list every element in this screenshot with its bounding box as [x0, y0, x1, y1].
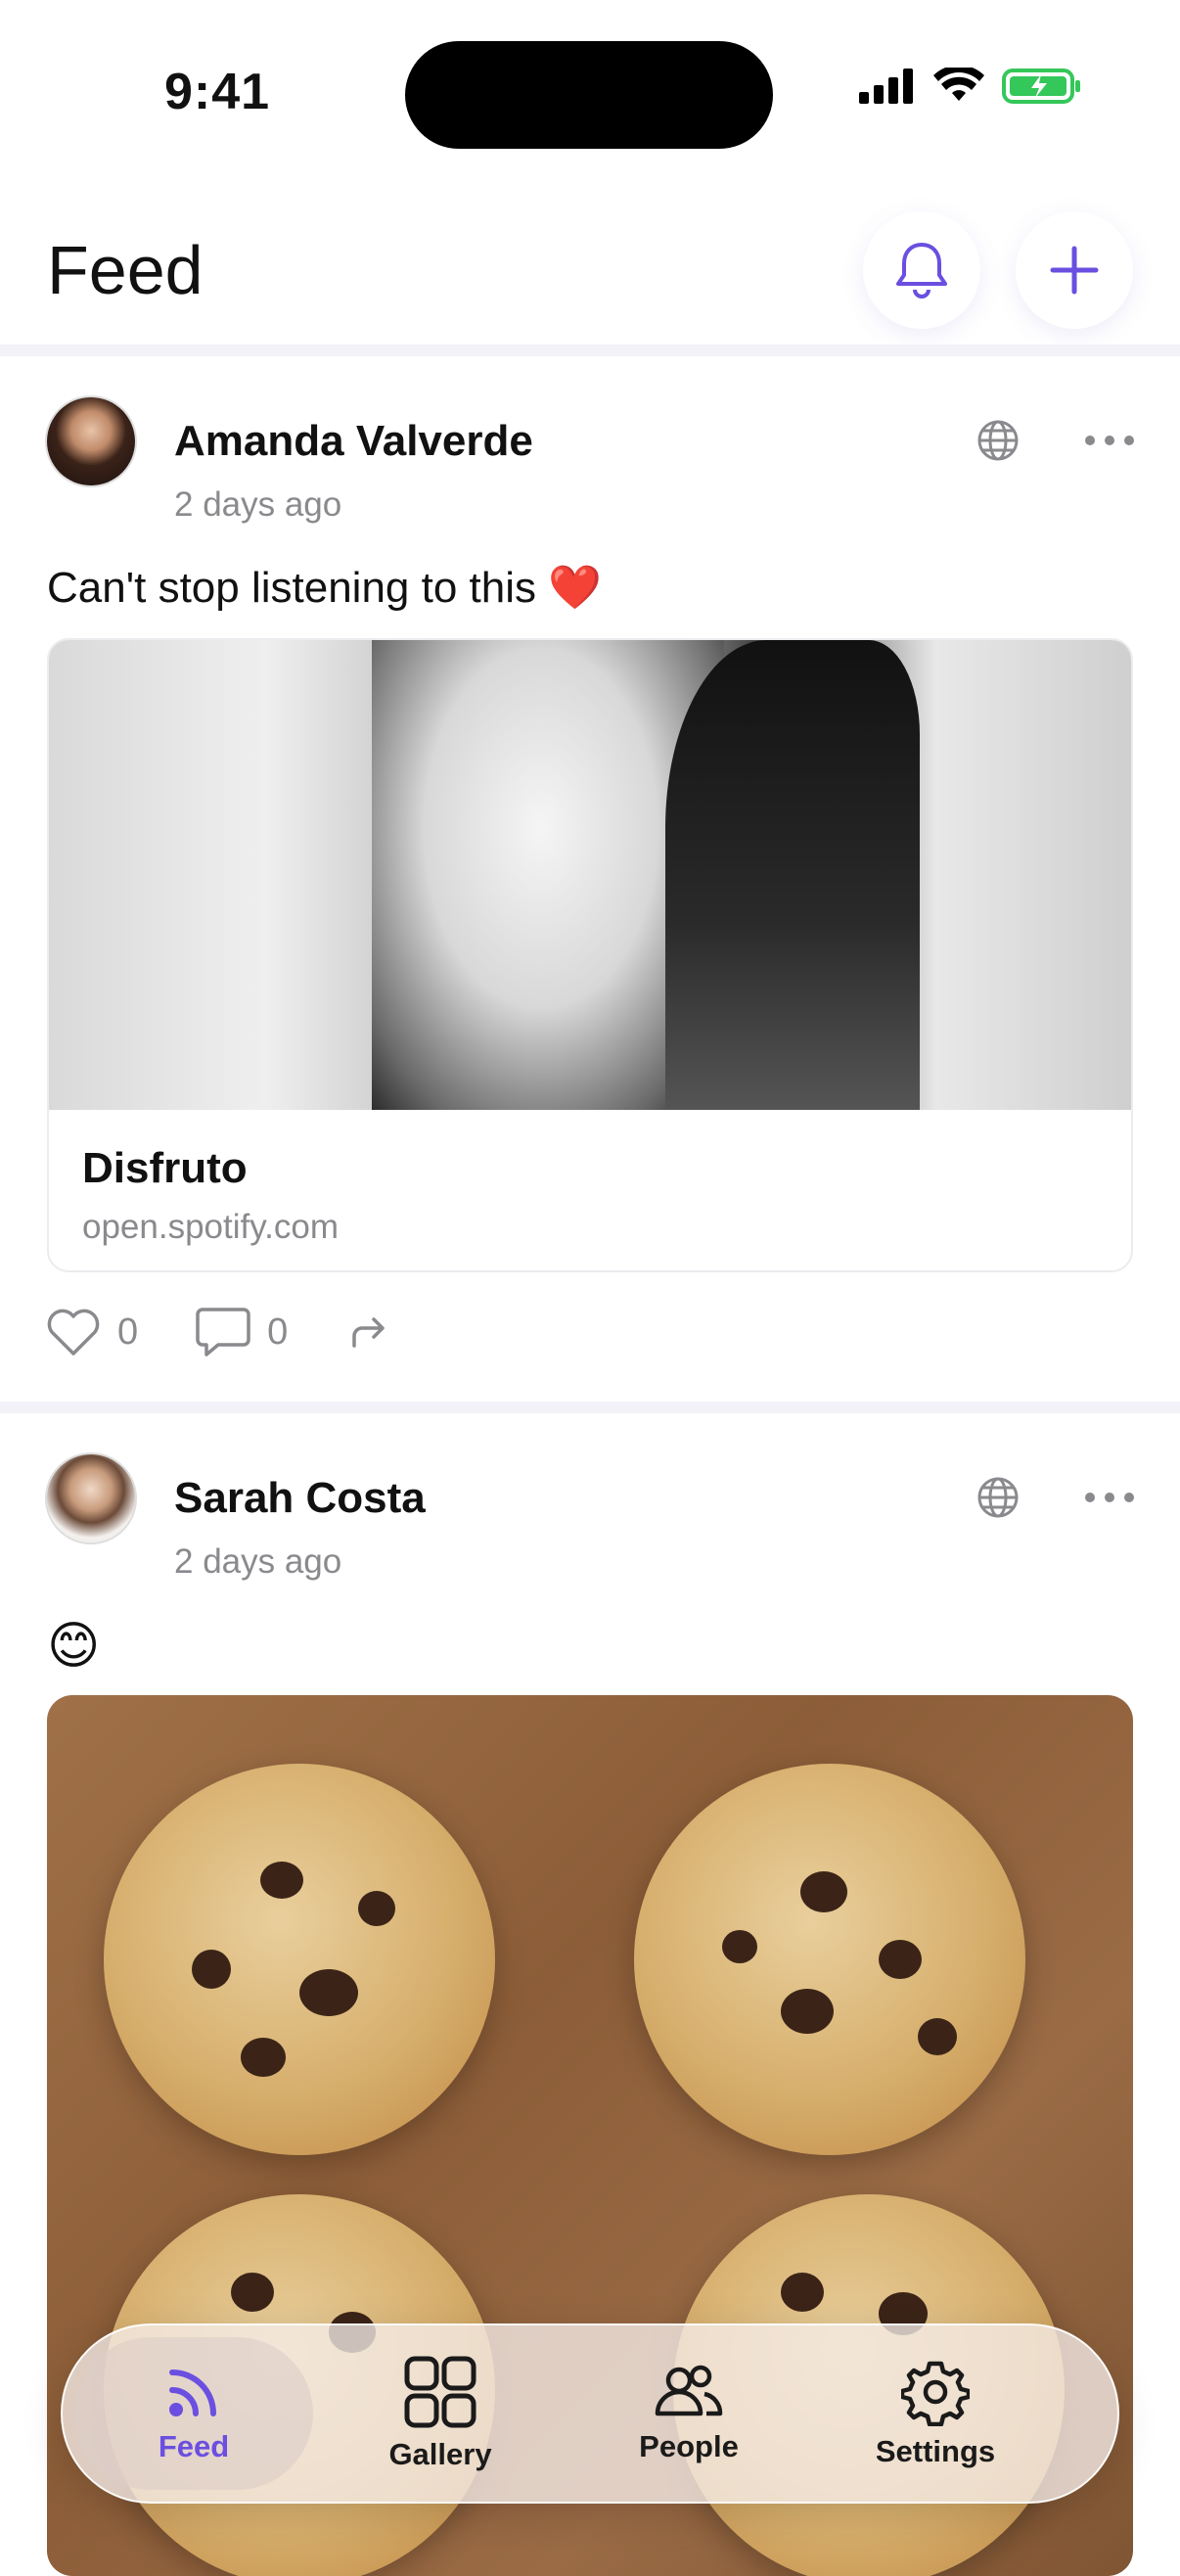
tab-label: People: [639, 2429, 739, 2463]
link-domain: open.spotify.com: [82, 1208, 339, 1246]
like-button[interactable]: 0: [45, 1307, 138, 1357]
visibility-button[interactable]: [969, 411, 1027, 470]
more-icon: [1085, 436, 1134, 445]
visibility-button[interactable]: [969, 1468, 1027, 1527]
wifi-icon: [933, 68, 984, 101]
tab-label: Feed: [158, 2429, 230, 2463]
tab-feed[interactable]: Feed: [74, 2337, 313, 2490]
avatar[interactable]: [45, 1452, 137, 1544]
link-preview-image: [49, 640, 1131, 1110]
add-post-button[interactable]: [1016, 211, 1133, 329]
settings-icon: [901, 2361, 970, 2426]
dynamic-island: [405, 41, 773, 149]
tab-people[interactable]: People: [569, 2337, 808, 2490]
comment-count: 0: [267, 1311, 289, 1353]
post-author[interactable]: Sarah Costa: [174, 1474, 426, 1523]
page-title: Feed: [47, 232, 204, 308]
tab-settings[interactable]: Settings: [816, 2337, 1055, 2490]
more-icon: [1085, 1493, 1134, 1502]
post-options-button[interactable]: [1080, 411, 1139, 470]
tab-bar: Feed Gallery People Settings: [61, 2323, 1119, 2504]
link-title: Disfruto: [82, 1144, 248, 1192]
post-text: 😊: [47, 1618, 101, 1675]
share-icon: [352, 1317, 386, 1348]
globe-icon: [977, 1477, 1019, 1518]
notifications-button[interactable]: [863, 211, 980, 329]
signal-icon: [859, 69, 913, 104]
tab-label: Gallery: [388, 2437, 492, 2471]
heart-icon: [47, 1309, 100, 1356]
status-icons: [859, 67, 1082, 106]
post-author[interactable]: Amanda Valverde: [174, 417, 533, 466]
comment-button[interactable]: 0: [195, 1306, 288, 1358]
globe-icon: [977, 420, 1019, 461]
tab-label: Settings: [875, 2434, 996, 2468]
plus-icon: [1050, 246, 1099, 295]
post-divider: [0, 1402, 1180, 1413]
post-text: Can't stop listening to this ❤️: [47, 564, 603, 612]
tab-gallery[interactable]: Gallery: [321, 2337, 560, 2490]
people-icon: [655, 2365, 723, 2416]
like-count: 0: [117, 1311, 139, 1353]
gallery-icon: [404, 2356, 477, 2428]
bell-icon: [896, 243, 947, 299]
post-actions: 0 0: [45, 1306, 387, 1358]
share-button[interactable]: [348, 1314, 387, 1350]
comment-icon: [196, 1308, 250, 1357]
status-time: 9:41: [164, 64, 271, 120]
post-timestamp: 2 days ago: [174, 1542, 342, 1581]
post-timestamp: 2 days ago: [174, 485, 342, 524]
feed-icon: [169, 2369, 216, 2416]
post-options-button[interactable]: [1080, 1468, 1139, 1527]
header-divider: [0, 345, 1180, 356]
avatar[interactable]: [45, 395, 137, 487]
link-preview-card[interactable]: Disfruto open.spotify.com: [47, 638, 1133, 1272]
battery-icon: [1002, 69, 1080, 104]
